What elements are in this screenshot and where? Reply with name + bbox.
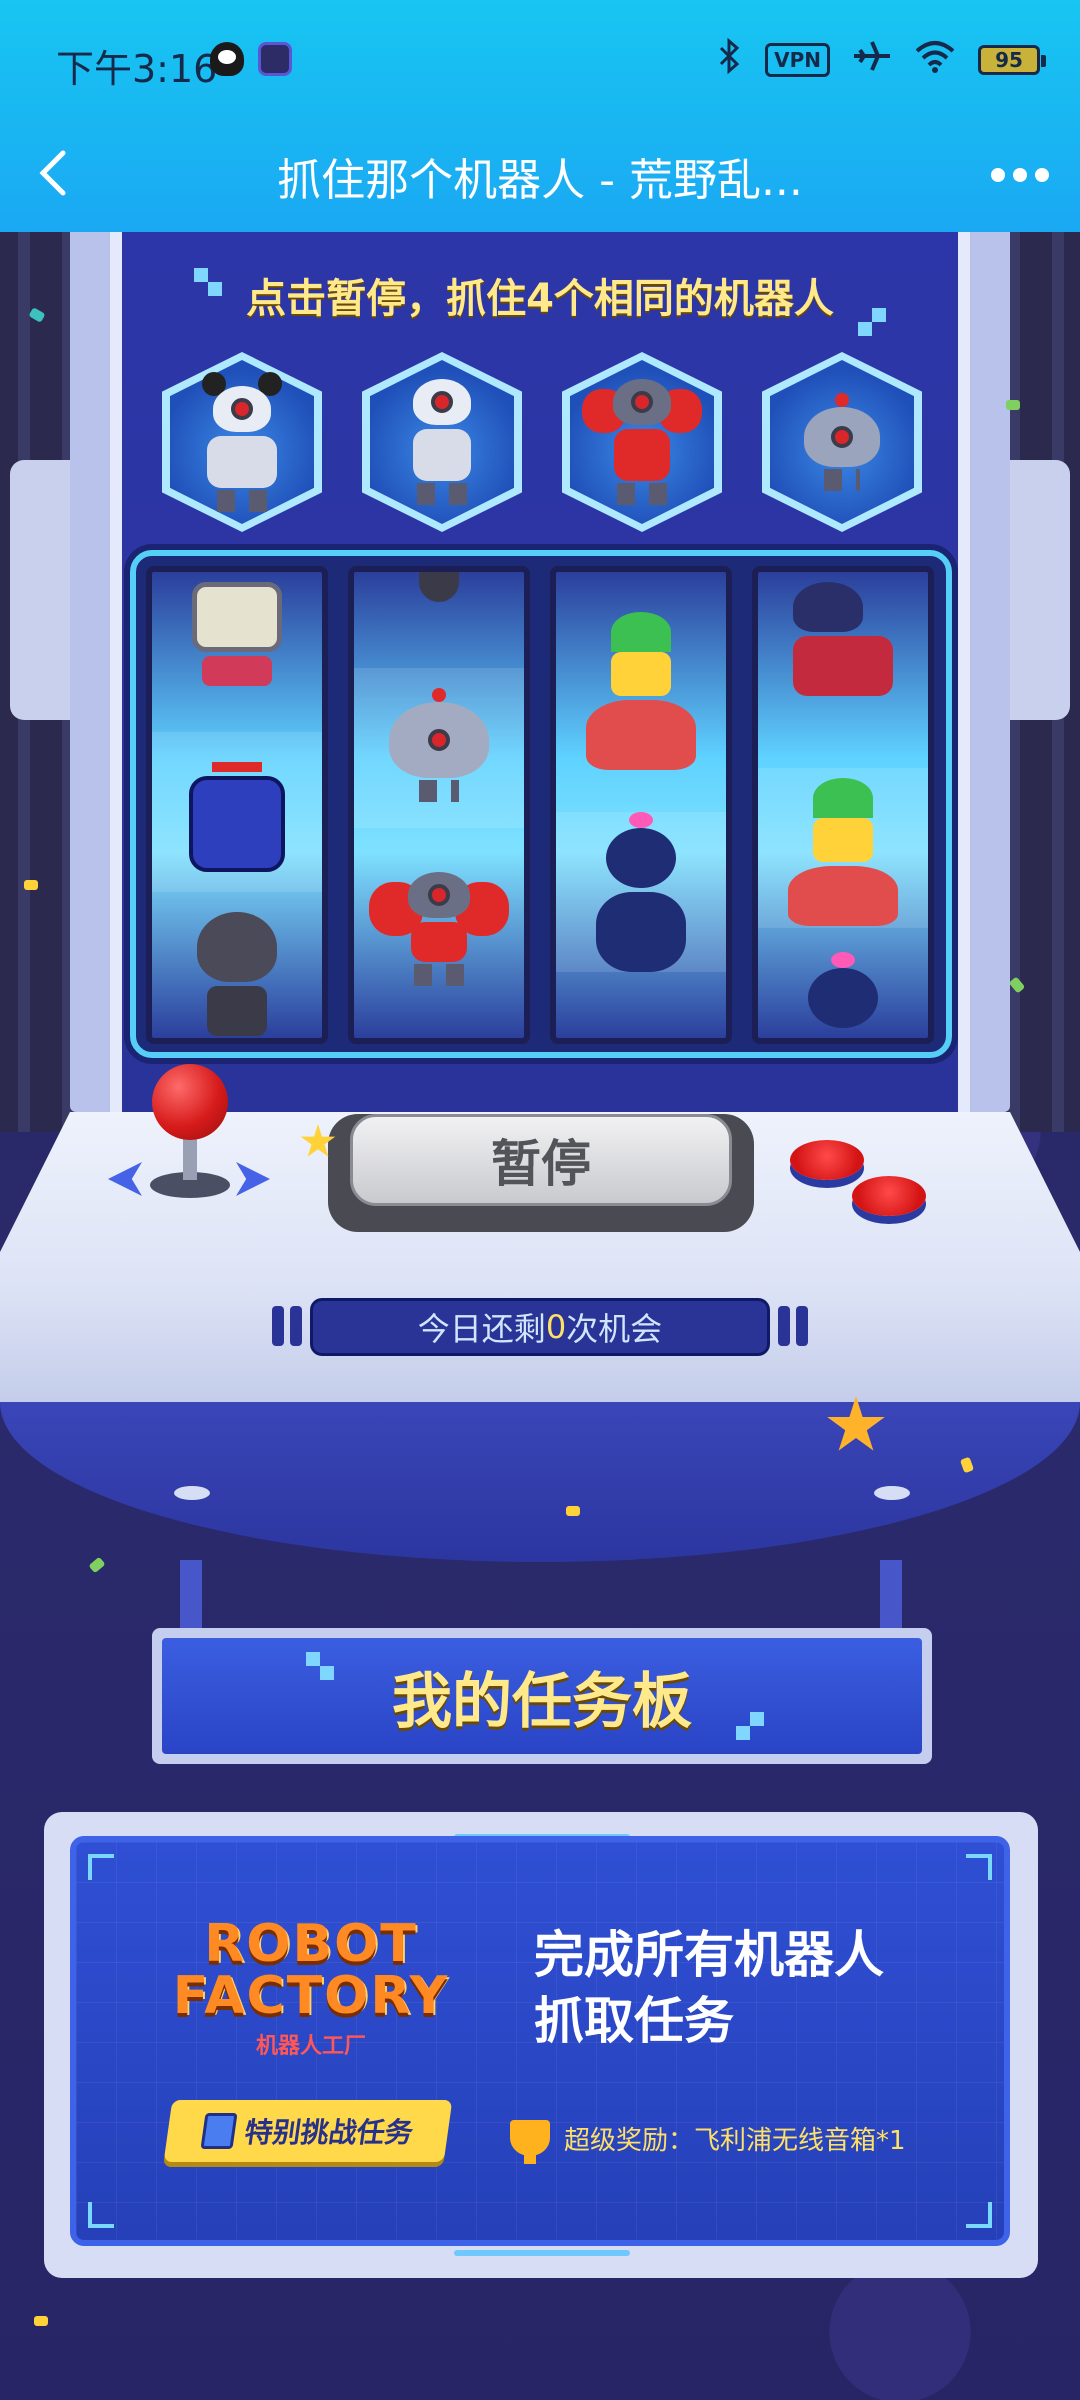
task-board-title: 我的任务板: [162, 1638, 922, 1754]
nav-bar: 抓住那个机器人 - 荒野乱...: [0, 120, 1080, 232]
bluetooth-icon: [717, 37, 743, 82]
app-notification-icon: [258, 42, 292, 76]
status-indicators: VPN 95: [717, 37, 1046, 82]
reel-2: [348, 566, 530, 1044]
more-dot-icon: [1013, 168, 1027, 182]
target-robot-3: [562, 352, 722, 532]
status-bar: 下午3:16 VPN 95: [0, 0, 1080, 120]
robot-green-screen-icon: [192, 582, 282, 686]
chances-prefix: 今日还剩: [417, 1310, 546, 1348]
ninja-robot-icon: [189, 762, 285, 872]
grip-decoration: [272, 1306, 284, 1346]
grip-decoration: [796, 1306, 808, 1346]
reel-3: [550, 566, 732, 1044]
pixel-decoration: [872, 308, 886, 322]
flower-shirt-brawler-icon: [586, 612, 696, 770]
dark-brawler-bow-icon: [596, 812, 686, 972]
reward-text: 超级奖励：飞利浦无线音箱*1: [564, 2125, 906, 2156]
robot-boxer-icon: [369, 872, 509, 986]
pixel-decoration: [736, 1726, 750, 1740]
grip-decoration: [290, 1306, 302, 1346]
wifi-icon: [914, 39, 956, 81]
target-robots: [162, 352, 922, 532]
corner-decoration: [88, 2202, 114, 2228]
dark-brawler-bow-icon: [808, 952, 878, 1028]
task-board-banner: 我的任务板: [152, 1628, 932, 1764]
corner-decoration: [88, 1854, 114, 1880]
corner-decoration: [966, 1854, 992, 1880]
special-challenge-label: 特别挑战任务: [242, 2116, 416, 2149]
back-button[interactable]: [18, 138, 88, 208]
chances-count: 0: [545, 1308, 567, 1346]
target-robot-4: [762, 352, 922, 532]
red-button-icon: [852, 1176, 926, 1216]
reward-info: 超级奖励：飞利浦无线音箱*1: [510, 2118, 970, 2164]
apron-light: [174, 1486, 210, 1500]
robot-factory-logo: ROBOT FACTORY 机器人工厂: [166, 1914, 456, 2059]
chances-remaining: 今日还剩 0 次机会: [310, 1298, 770, 1356]
pause-button[interactable]: 暂停: [328, 1114, 754, 1232]
confetti: [1006, 400, 1020, 410]
more-dot-icon: [991, 168, 1005, 182]
corner-decoration: [966, 2202, 992, 2228]
slot-reels: [130, 550, 952, 1058]
kid-with-bat-icon: [197, 912, 277, 1036]
instruction-text: 点击暂停，抓住4个相同的机器人: [246, 276, 834, 322]
pixel-decoration: [750, 1712, 764, 1726]
target-robot-1: [162, 352, 322, 532]
app-header: 下午3:16 VPN 95 抓住那个机器人 - 荒野乱...: [0, 0, 1080, 232]
red-button-icon: [790, 1140, 864, 1180]
robot-round-icon: [389, 688, 489, 802]
apron-light: [874, 1486, 910, 1500]
special-challenge-tag: 特别挑战任务: [163, 2100, 453, 2162]
pixel-decoration: [306, 1652, 320, 1666]
logo-subtitle: 机器人工厂: [255, 2034, 366, 2059]
robot-white-icon: [413, 379, 471, 505]
logo-line-2: FACTORY: [172, 1966, 450, 2026]
logo-line-1: ROBOT: [204, 1914, 418, 1974]
pilot-brawler-icon: [793, 582, 893, 696]
card-decoration: [454, 2250, 630, 2256]
airplane-icon: [852, 38, 892, 82]
task-title-line-1: 完成所有机器人: [534, 1926, 884, 1984]
joystick-icon: [152, 1064, 228, 1140]
pixel-decoration: [858, 322, 872, 336]
battery-icon: 95: [978, 45, 1046, 75]
pixel-decoration: [320, 1666, 334, 1680]
robot-round-icon: [804, 393, 880, 491]
task-title-line-2: 抓取任务: [534, 1992, 734, 2050]
target-robot-2: [362, 352, 522, 532]
status-time: 下午3:16: [56, 47, 218, 91]
flower-shirt-brawler-icon: [788, 778, 898, 926]
more-dot-icon: [1035, 168, 1049, 182]
qq-icon: [210, 42, 244, 76]
vpn-icon: VPN: [765, 43, 830, 77]
robot-mouse-ears-icon: [202, 372, 282, 512]
reel-1: [146, 566, 328, 1044]
pause-button-label: 暂停: [350, 1114, 732, 1206]
confetti: [566, 1506, 580, 1516]
trophy-icon: [510, 2120, 550, 2164]
page-title: 抓住那个机器人 - 荒野乱...: [277, 155, 803, 206]
chances-suffix: 次机会: [566, 1310, 663, 1348]
reel-4: [752, 566, 934, 1044]
document-icon: [200, 2113, 238, 2149]
robot-boxer-icon: [582, 379, 702, 505]
confetti: [34, 2316, 48, 2326]
task-title: 完成所有机器人 抓取任务: [534, 1922, 954, 2054]
robot-legs-icon: [419, 572, 459, 602]
more-options-button[interactable]: [980, 140, 1060, 210]
chevron-left-icon: [39, 150, 66, 196]
confetti: [24, 880, 38, 890]
grip-decoration: [778, 1306, 790, 1346]
